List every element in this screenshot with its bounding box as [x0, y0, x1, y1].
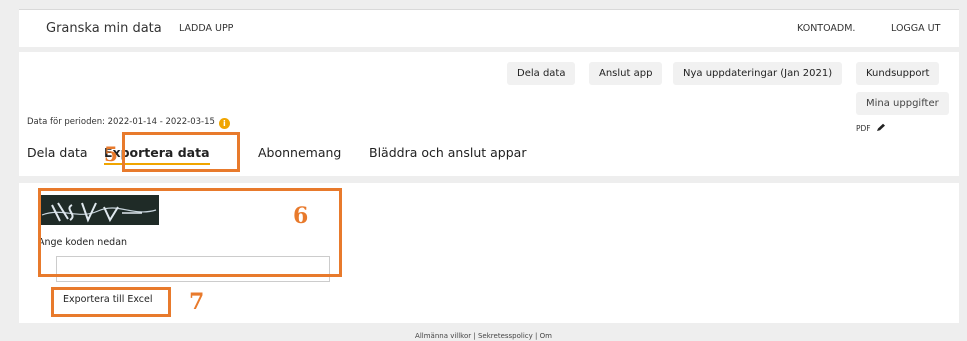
customer-support-button[interactable]: Kundsupport: [856, 62, 940, 85]
connect-app-button[interactable]: Anslut app: [589, 62, 663, 85]
period-label: Data för perioden: 2022-01-14 - 2022-03-…: [27, 117, 215, 127]
about-link[interactable]: Om: [540, 332, 552, 340]
top-navbar: Granska min data LADDA UPP KONTOADM. LOG…: [19, 9, 959, 47]
tab-browse-apps[interactable]: Bläddra och anslut appar: [369, 145, 526, 160]
footer-links: Allmänna villkor | Sekretesspolicy | Om: [0, 332, 967, 340]
callout-number-6: 6: [293, 203, 309, 229]
share-data-button[interactable]: Dela data: [507, 62, 576, 85]
my-info-button[interactable]: Mina uppgifter: [856, 92, 949, 115]
new-updates-button[interactable]: Nya uppdateringar (Jan 2021): [673, 62, 843, 85]
callout-box-tab: [122, 132, 240, 172]
period-text: Data för perioden: 2022-01-14 - 2022-03-…: [27, 117, 230, 129]
callout-box-export: [51, 287, 171, 317]
callout-number-5: 5: [104, 142, 118, 166]
footer-separator: |: [473, 332, 476, 340]
tab-share-data[interactable]: Dela data: [27, 145, 88, 160]
privacy-link[interactable]: Sekretesspolicy: [478, 332, 533, 340]
callout-number-7: 7: [189, 289, 205, 315]
pdf-export[interactable]: PDF: [856, 123, 886, 133]
edit-icon: [877, 123, 886, 131]
tab-subscription[interactable]: Abonnemang: [258, 145, 341, 160]
info-icon[interactable]: i: [218, 118, 230, 129]
footer-separator: |: [535, 332, 538, 340]
terms-link[interactable]: Allmänna villkor: [415, 332, 471, 340]
callout-box-captcha: [38, 188, 342, 277]
pdf-label: PDF: [856, 124, 871, 133]
account-admin-link[interactable]: KONTOADM.: [797, 23, 855, 34]
brand-title[interactable]: Granska min data: [46, 21, 162, 36]
upload-link[interactable]: LADDA UPP: [179, 23, 233, 34]
logout-link[interactable]: LOGGA UT: [891, 23, 940, 34]
